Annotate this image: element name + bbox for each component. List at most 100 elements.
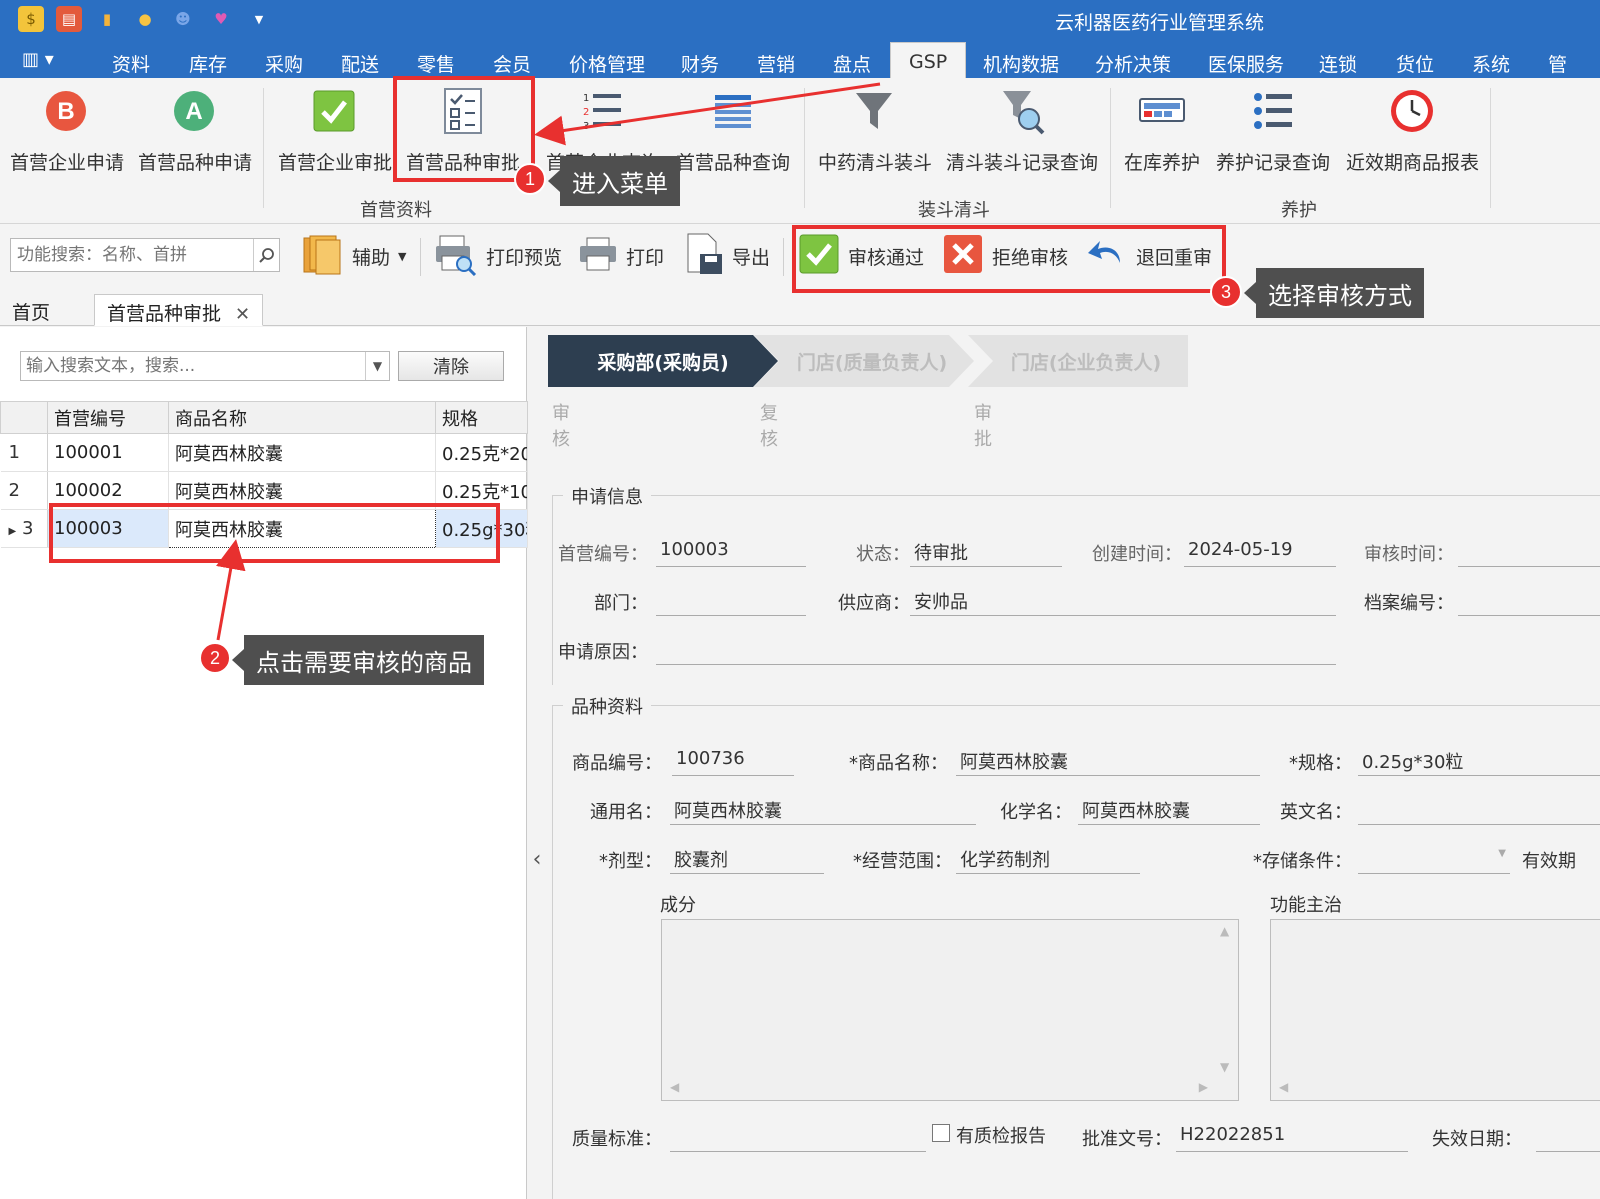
menu-item-insurance[interactable]: 医保服务: [1208, 50, 1284, 77]
ribbon-btn-near-expiry-report[interactable]: 近效期商品报表: [1346, 86, 1479, 175]
svg-text:1: 1: [583, 93, 589, 104]
menu-item-location[interactable]: 货位: [1396, 50, 1434, 77]
column-header-code[interactable]: 首营编号: [47, 401, 169, 434]
storage-condition-select[interactable]: ▼: [1358, 844, 1510, 874]
vertical-scrollbar[interactable]: ▲ ▼: [1220, 924, 1234, 1074]
funnel-icon: [849, 86, 899, 136]
menu-item-inventory[interactable]: 库存: [189, 50, 227, 77]
location-pin-icon[interactable]: ●: [132, 6, 158, 32]
function-textarea[interactable]: ◀: [1270, 919, 1600, 1101]
ribbon-btn-enterprise-approve[interactable]: 首营企业审批: [278, 86, 392, 175]
svg-text:B: B: [57, 98, 74, 125]
people-icon[interactable]: ☻: [170, 6, 196, 32]
table-row[interactable]: 1 100001 阿莫西林胶囊 0.25克*20: [0, 433, 528, 472]
clear-button[interactable]: 清除: [398, 351, 504, 381]
print-button[interactable]: 打印: [578, 234, 664, 278]
step-quality: 门店(质量负责人): [754, 335, 974, 387]
export-disk-icon: [684, 232, 724, 281]
tab-home[interactable]: 首页: [0, 294, 62, 326]
menu-item-system[interactable]: 系统: [1472, 50, 1510, 77]
clock-icon: [1387, 86, 1437, 136]
svg-text:A: A: [185, 98, 202, 125]
menu-item-price[interactable]: 价格管理: [569, 50, 645, 77]
supplier-field: 安帅品: [910, 586, 1336, 616]
ribbon-btn-variety-apply[interactable]: A 首营品种申请: [138, 86, 252, 175]
ribbon-btn-stock-maintenance[interactable]: 在库养护: [1120, 86, 1204, 175]
print-preview-icon: [434, 232, 478, 281]
menu-item-org-data[interactable]: 机构数据: [983, 50, 1059, 77]
column-header-name[interactable]: 商品名称: [168, 401, 436, 434]
expiry-date-field: [1536, 1122, 1600, 1152]
function-search-box: [10, 238, 280, 272]
app-menu-icon[interactable]: ▥ ▾: [22, 49, 58, 70]
group-label-maintenance: 养护: [1281, 200, 1317, 221]
apply-info-title: 申请信息: [563, 483, 651, 509]
document-icon[interactable]: ▤: [56, 6, 82, 32]
detail-pane: ‹ 采购部(采购员) 门店(质量负责人) 门店(企业负责人) 审核 复核 审批 …: [528, 327, 1600, 1199]
bar-chart-icon[interactable]: ▮: [94, 6, 120, 32]
svg-text:2: 2: [583, 107, 589, 118]
menu-item-delivery[interactable]: 配送: [341, 50, 379, 77]
menu-item-purchase[interactable]: 采购: [265, 50, 303, 77]
customize-dropdown-icon[interactable]: ▼: [246, 6, 272, 32]
annotation-box-row: [49, 503, 500, 563]
assist-button[interactable]: 辅助 ▼: [300, 234, 406, 278]
column-header-spec[interactable]: 规格: [435, 401, 528, 434]
spec-field: 0.25g*30粒: [1358, 746, 1600, 776]
close-icon[interactable]: ✕: [235, 304, 250, 325]
left-list-pane: ▼ 清除 首营编号 商品名称 规格 1 100001 阿莫西林胶囊 0.25克*…: [0, 327, 528, 1199]
dosage-form-field: 胶囊剂: [670, 844, 824, 874]
ribbon: B 首营企业申请 A 首营品种申请 首营企业审批 首营品种审批 123 首营企业…: [0, 78, 1600, 224]
chevron-down-icon: ▼: [398, 249, 407, 263]
folders-icon: [300, 232, 344, 281]
chevron-left-icon[interactable]: ‹: [528, 847, 546, 872]
ribbon-btn-bucket-record-query[interactable]: 清斗装斗记录查询: [946, 86, 1098, 175]
ribbon-btn-variety-query[interactable]: 首营品种查询: [676, 86, 790, 175]
row-indicator-icon: ▶: [8, 526, 17, 537]
ribbon-btn-herb-bucket[interactable]: 中药清斗装斗: [818, 86, 932, 175]
english-name-field: [1358, 795, 1600, 825]
search-icon[interactable]: [253, 239, 279, 271]
menu-item-retail[interactable]: 零售: [417, 50, 455, 77]
app-title: 云利器医药行业管理系统: [1055, 12, 1265, 34]
apply-code-field: 100003: [656, 537, 806, 567]
menu-item-gsp[interactable]: GSP: [890, 42, 967, 78]
printer-icon: [578, 234, 618, 279]
letter-b-icon: B: [41, 86, 91, 136]
menu-item-analysis[interactable]: 分析决策: [1095, 50, 1171, 77]
step-sub-review: 复核: [760, 403, 778, 450]
quick-access-toolbar: $ ▤ ▮ ● ☻ ♥ ▼: [18, 6, 272, 32]
ribbon-btn-enterprise-apply[interactable]: B 首营企业申请: [10, 86, 124, 175]
menu-item-data[interactable]: 资料: [112, 50, 150, 77]
function-search-input[interactable]: [11, 239, 251, 271]
chevron-down-icon[interactable]: ▼: [365, 352, 389, 380]
horizontal-scrollbar[interactable]: ◀: [1279, 1080, 1570, 1096]
apply-reason-field[interactable]: [656, 635, 1336, 665]
quality-report-checkbox[interactable]: [932, 1124, 950, 1142]
menu-item-marketing[interactable]: 营销: [757, 50, 795, 77]
row-number-header: [0, 401, 48, 434]
tab-variety-approve[interactable]: 首营品种审批 ✕: [94, 294, 264, 326]
menu-item-finance[interactable]: 财务: [681, 50, 719, 77]
title-bar: $ ▤ ▮ ● ☻ ♥ ▼ 云利器医药行业管理系统: [0, 0, 1600, 40]
group-label-bucket: 装斗清斗: [918, 200, 990, 221]
menu-item-chain[interactable]: 连锁: [1319, 50, 1357, 77]
list-search-input[interactable]: [21, 352, 361, 380]
audit-time-field: [1458, 537, 1600, 567]
archive-number-field: [1458, 586, 1600, 616]
funnel-search-icon: [996, 86, 1046, 136]
export-button[interactable]: 导出: [684, 232, 770, 281]
print-preview-button[interactable]: 打印预览: [434, 234, 562, 278]
menu-item-more[interactable]: 管: [1548, 50, 1567, 77]
horizontal-scrollbar[interactable]: ◀ ▶: [670, 1080, 1208, 1096]
status-field: 待审批: [910, 537, 1062, 567]
heart-icon[interactable]: ♥: [208, 6, 234, 32]
menu-item-stocktake[interactable]: 盘点: [833, 50, 871, 77]
menu-item-member[interactable]: 会员: [493, 50, 531, 77]
ingredients-textarea[interactable]: ▲ ▼ ◀ ▶: [661, 919, 1239, 1101]
product-code-field: 100736: [672, 746, 794, 776]
ribbon-btn-maintenance-query[interactable]: 养护记录查询: [1216, 86, 1330, 175]
coins-icon[interactable]: $: [18, 6, 44, 32]
annotation-box-actions: [792, 225, 1226, 293]
quality-standard-field: [670, 1122, 926, 1152]
